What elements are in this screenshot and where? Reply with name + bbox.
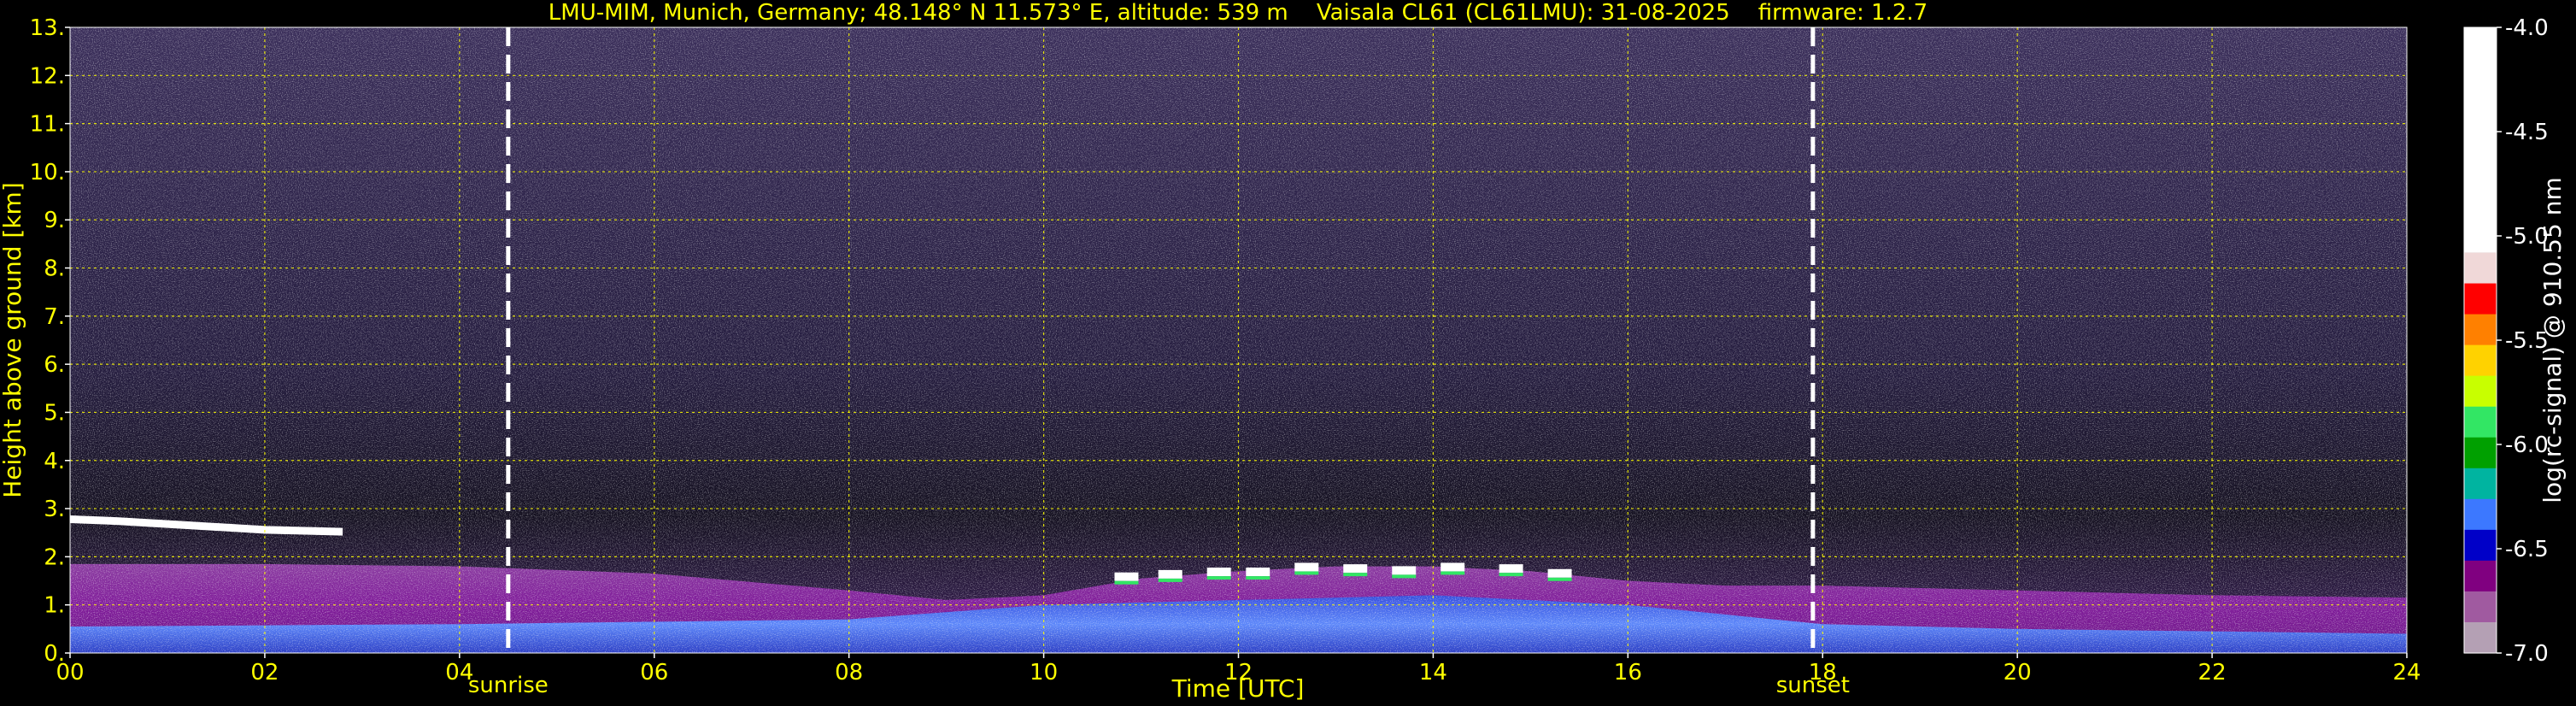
y-tick-label: 7. [44, 304, 65, 330]
x-tick-label: 02 [250, 660, 279, 685]
cloud-base-edge [1499, 573, 1523, 577]
cloud-base-edge [1547, 577, 1572, 581]
y-tick-label: 10. [30, 160, 65, 185]
x-tick-label: 24 [2392, 660, 2421, 685]
colorbar-tick-label: -6.5 [2505, 537, 2549, 562]
cloud-base-mark [1392, 566, 1417, 575]
cloud-base-mark [1499, 564, 1523, 574]
y-tick-label: 3. [44, 497, 65, 522]
x-tick-label: 14 [1419, 660, 1447, 685]
cloud-base-edge [1392, 574, 1417, 579]
y-tick-label: 2. [44, 544, 65, 570]
chart-title: LMU-MIM, Munich, Germany; 48.148° N 11.5… [549, 0, 1928, 26]
colorbar-label: log(rc-signal) @ 910.55 nm [2538, 177, 2567, 503]
cloud-base-edge [1206, 576, 1231, 580]
cloud-base-mark [1158, 569, 1182, 579]
colorbar-band [2464, 621, 2497, 654]
y-tick-label: 4. [44, 449, 65, 474]
colorbar-tick-label: -7.0 [2505, 641, 2549, 667]
cloud-base-mark [1114, 572, 1139, 581]
x-tick-label: 16 [1614, 660, 1642, 685]
colorbar-band [2464, 252, 2497, 285]
x-tick-label: 18 [1809, 660, 1837, 685]
y-tick-label: 11. [30, 112, 65, 138]
colorbar-band [2464, 344, 2497, 377]
colorbar-band [2464, 406, 2497, 438]
y-tick-label: 0. [44, 641, 65, 667]
colorbar-gradient [2464, 27, 2497, 654]
colorbar-band [2464, 27, 2497, 253]
cloud-base-edge [1441, 571, 1465, 575]
colorbar-tick-label: -4.0 [2505, 15, 2549, 41]
cloud-base-edge [1294, 571, 1319, 575]
colorbar-band [2464, 375, 2497, 408]
cloud-base-edge [1114, 580, 1139, 585]
cloud-base-mark [1547, 568, 1572, 578]
x-tick-label: 06 [640, 660, 668, 685]
y-tick-label: 13. [30, 15, 65, 41]
colorbar-band [2464, 283, 2497, 315]
colorbar-band [2464, 498, 2497, 531]
x-tick-label: 22 [2198, 660, 2227, 685]
cloud-base-mark [1206, 568, 1231, 577]
colorbar-band [2464, 591, 2497, 623]
y-axis-ticks: 0. 1. 2. 3. 4. 5. 6. 7. 8. 9. 10. 11. 12. 13. [30, 15, 70, 667]
cloud-base-mark [1294, 562, 1319, 572]
cloud-base-mark [1246, 568, 1270, 577]
colorbar-band [2464, 560, 2497, 592]
colorbar-tick-label: -4.5 [2505, 120, 2549, 145]
y-tick-label: 5. [44, 400, 65, 426]
cloud-base-mark [1441, 562, 1465, 572]
x-axis-label: Time [UTC] [1171, 674, 1305, 703]
colorbar-band [2464, 314, 2497, 346]
colorbar-band [2464, 529, 2497, 562]
y-tick-label: 6. [44, 352, 65, 378]
x-tick-label: 20 [2004, 660, 2032, 685]
colorbar-band [2464, 437, 2497, 469]
y-tick-label: 8. [44, 256, 65, 282]
x-tick-label: 04 [445, 660, 473, 685]
x-tick-label: 08 [835, 660, 863, 685]
colorbar-band [2464, 468, 2497, 500]
y-axis-label: Height above ground [km] [0, 182, 26, 498]
cloud-base-edge [1343, 573, 1368, 577]
y-tick-label: 9. [44, 208, 65, 233]
y-tick-label: 12. [30, 63, 65, 89]
y-tick-label: 1. [44, 593, 65, 619]
cloud-base-mark [1343, 564, 1368, 574]
cloud-base-edge [1246, 576, 1270, 580]
cloud-base-edge [1158, 578, 1182, 582]
colorbar: -4.0-4.5-5.0-5.5-6.0-6.5-7.0 log(rc-sign… [2463, 15, 2567, 667]
x-tick-label: 10 [1030, 660, 1058, 685]
event-label-sunrise: sunrise [468, 673, 549, 698]
ceilometer-chart: sunrise sunset 00 02 04 06 08 10 12 14 16 18 20 22 24… [0, 0, 2567, 703]
